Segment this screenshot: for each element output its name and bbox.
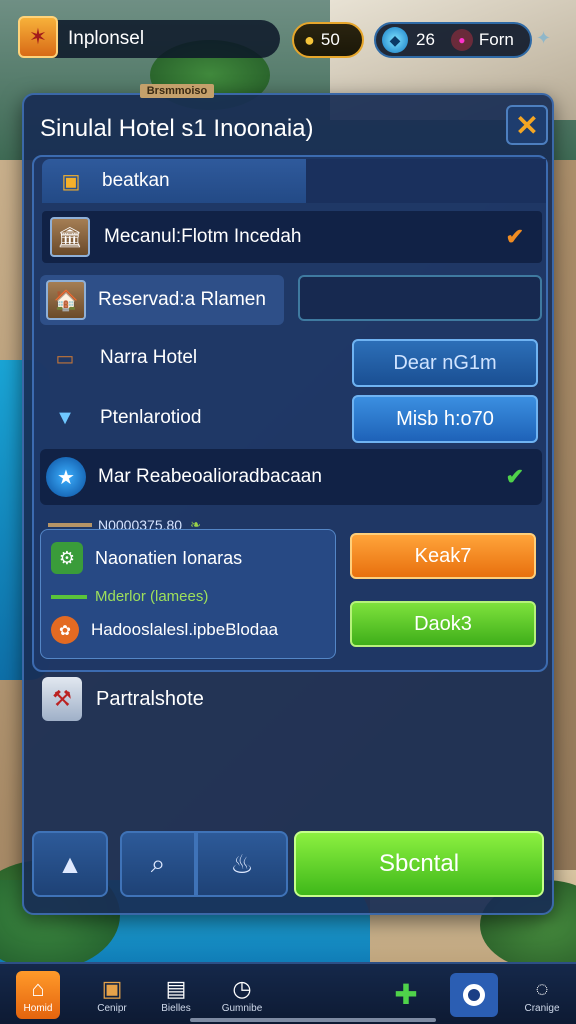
coin-icon: ●: [304, 29, 315, 50]
nav-label: Cranige: [524, 1002, 560, 1014]
puzzle-icon: ✚: [394, 979, 418, 1010]
button-label: Dear nG1m: [393, 351, 497, 374]
row-label: Mar Reabeoalioradbacaan: [98, 466, 322, 487]
divider: [51, 594, 87, 599]
row-label: Ptenlarotiod: [100, 407, 202, 428]
gem-counter[interactable]: ◆ 26 ● Forn: [374, 22, 532, 58]
sub-item-label: Hadooslalesl.ipbeBlodaa: [91, 620, 279, 639]
row-label: Narra Hotel: [100, 347, 198, 368]
clock-icon: ◷: [232, 975, 252, 1001]
hotel-building-icon: 🏠: [46, 280, 86, 320]
calendar-icon: ▤: [165, 975, 187, 1001]
list-item-hotel-name: ▭ Narra Hotel: [48, 337, 198, 379]
nav-puzzle[interactable]: ✚: [378, 970, 434, 1020]
nav-change[interactable]: ◌ Cranige: [514, 970, 570, 1020]
sub-item-label: Mderlor (lamees): [95, 588, 209, 605]
check-icon: ✔: [505, 224, 524, 249]
service-bell-icon: ♨: [230, 848, 254, 879]
dialog-action-bar: ▲ ⌕ ♨ Sbcntal: [32, 831, 548, 899]
button-label: Keak7: [414, 544, 472, 567]
tab-label: beatkan: [102, 170, 170, 191]
coin-counter[interactable]: ● 50: [292, 22, 364, 58]
service-button[interactable]: ♨: [196, 831, 288, 897]
divider: [48, 523, 92, 527]
hammer-icon: ⚒: [42, 677, 82, 721]
green-action-button[interactable]: Daok3: [350, 601, 536, 647]
check-icon: ✔: [505, 464, 524, 489]
hotel-sign: Brsmmoiso: [140, 84, 214, 98]
list-item-marketing[interactable]: ★ Mar Reabeoalioradbacaan ✔: [40, 449, 542, 505]
tab-beatkan[interactable]: ▣ beatkan: [42, 159, 306, 203]
box-icon: ▣: [61, 170, 81, 193]
ring-icon: [463, 984, 485, 1006]
profile-label: Forn: [478, 30, 514, 49]
search-icon: ⌕: [150, 848, 166, 878]
top-bar: Inplonsel ✶ ● 50 ◆ 26 ● Forn ✦: [0, 0, 576, 80]
coin-count: 50: [320, 30, 340, 49]
tab-bar-rest: [306, 159, 546, 203]
nav-active-item[interactable]: [450, 973, 498, 1017]
row-label: Mecanul:Flotm Incedah: [104, 226, 302, 247]
button-label: Daok3: [414, 612, 472, 635]
nav-label: Cenipr: [97, 1002, 127, 1014]
search-button[interactable]: ⌕: [120, 831, 196, 897]
anvil-icon: ▲: [57, 848, 83, 879]
title-pill: Inplonsel: [22, 20, 280, 58]
home-indicator: [190, 1018, 436, 1022]
potential-button[interactable]: Misb h:o70: [352, 395, 538, 443]
add-star-icon[interactable]: ✦: [536, 28, 551, 49]
reservation-input[interactable]: [298, 275, 542, 321]
hotel-name-button[interactable]: Dear nG1m: [352, 339, 538, 387]
close-button[interactable]: ✕: [506, 105, 548, 145]
game-logo-icon[interactable]: ✶: [18, 16, 58, 58]
nav-build[interactable]: ▣ Cenipr: [84, 970, 140, 1020]
anvil-button[interactable]: ▲: [32, 831, 108, 897]
button-label: Sbcntal: [378, 850, 460, 877]
nav-home[interactable]: ⌂ Homid: [16, 971, 60, 1019]
sub-item-green: Mderlor (lamees): [51, 588, 208, 605]
nav-label: Homid: [23, 1002, 53, 1014]
desk-icon: ▭: [55, 347, 75, 370]
orange-action-button[interactable]: Keak7: [350, 533, 536, 579]
sub-item[interactable]: ⚙ Naonatien Ionaras: [51, 542, 242, 574]
list-item-reservation[interactable]: 🏠 Reservad:a Rlamen: [40, 275, 284, 325]
cup-icon: ▼: [55, 406, 75, 429]
hotel-building-icon: 🏛: [50, 217, 90, 257]
dialog-inner-panel: ▣ beatkan 🏛 Mecanul:Flotm Incedah ✔ 🏠 Re…: [32, 155, 548, 672]
gem-count: 26: [416, 30, 435, 49]
start-button[interactable]: Sbcntal: [294, 831, 544, 897]
bottom-navigation: ⌂ Homid ▣ Cenipr ▤ Bielles ◷ Gumnibe ✚ ◌…: [0, 962, 576, 1024]
list-item-potential: ▼ Ptenlarotiod: [48, 397, 201, 439]
sub-item[interactable]: ✿ Hadooslalesl.ipbeBlodaa: [51, 616, 278, 644]
gear-icon: ⚙: [51, 542, 83, 574]
star-badge-icon: ★: [46, 457, 86, 497]
nav-gumnibe[interactable]: ◷ Gumnibe: [214, 970, 270, 1020]
list-item-hotel-info[interactable]: 🏛 Mecanul:Flotm Incedah ✔: [42, 211, 542, 263]
nav-label: Gumnibe: [221, 1002, 263, 1014]
gem-icon: ◆: [382, 27, 408, 53]
row-label: Reservad:a Rlamen: [98, 289, 266, 310]
extra-item-label: Partralshote: [96, 687, 204, 710]
button-label: Misb h:o70: [396, 407, 494, 430]
extra-item[interactable]: ⚒ Partralshote: [42, 677, 204, 721]
close-icon: ✕: [515, 109, 539, 141]
upgrade-card: ⚙ Naonatien Ionaras Mderlor (lamees) ✿ H…: [40, 529, 336, 659]
profile-icon: ●: [450, 29, 473, 51]
flower-icon: ✿: [51, 616, 79, 644]
home-icon: ⌂: [31, 975, 45, 1001]
crate-icon: ▣: [101, 975, 123, 1001]
dialog-title: Sinulal Hotel s1 Inoonaia): [40, 115, 314, 142]
sub-item-label: Naonatien Ionaras: [95, 547, 243, 568]
nav-label: Bielles: [161, 1002, 191, 1014]
refresh-icon: ◌: [535, 975, 549, 1001]
hotel-dialog: Sinulal Hotel s1 Inoonaia) ✕ ▣ beatkan 🏛…: [22, 93, 554, 915]
game-title: Inplonsel: [68, 28, 145, 49]
nav-bills[interactable]: ▤ Bielles: [148, 970, 204, 1020]
